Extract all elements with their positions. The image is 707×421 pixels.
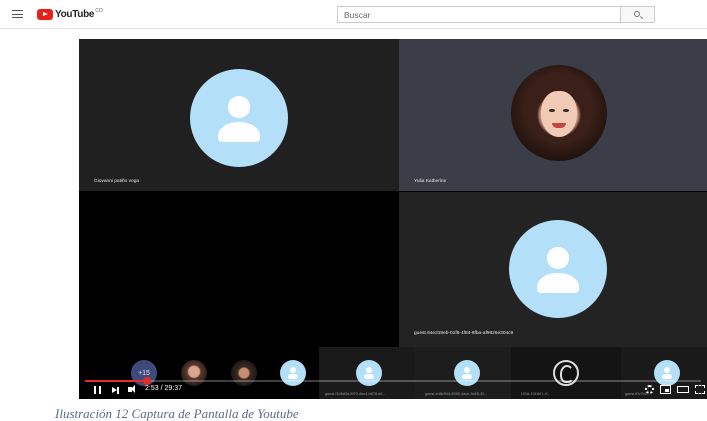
gear-icon[interactable]: [645, 385, 654, 394]
participant-name: Giovanni patiño vega: [94, 179, 140, 184]
logo-text: YouTube: [55, 8, 95, 20]
participant-name: guest.64e319eb-01f8-4f84-8fba-af9826e304…: [414, 331, 514, 336]
avatar: [654, 360, 680, 386]
header-divider: [0, 28, 707, 29]
person-icon: [509, 220, 607, 318]
figure-caption: Ilustración 12 Captura de Pantalla de Yo…: [55, 406, 299, 421]
avatar: [454, 360, 480, 386]
person-icon: [454, 360, 480, 386]
avatar: [280, 360, 306, 386]
organization-logo-icon: [553, 360, 579, 386]
participant-name: Yulia Katherine: [414, 179, 447, 184]
strip-participant-name: UGA-10166 L.K.: [521, 392, 549, 396]
avatar: [181, 360, 207, 386]
video-player[interactable]: Giovanni patiño vega Yulia Katherine gue…: [79, 39, 707, 399]
avatar: [356, 360, 382, 386]
avatar: [509, 220, 607, 318]
time-display: 2:53 / 29:37: [145, 385, 182, 392]
progress-bar[interactable]: [85, 377, 701, 385]
eye: [563, 109, 569, 112]
face: [541, 91, 577, 137]
time-total: 29:37: [164, 385, 182, 392]
participant-tile-1: Giovanni patiño vega: [79, 39, 399, 191]
search-bar: [337, 6, 655, 23]
avatar: [190, 69, 288, 167]
search-icon: [634, 11, 640, 17]
eye: [549, 109, 555, 112]
youtube-play-icon: [37, 8, 53, 20]
person-icon: [654, 360, 680, 386]
avatar: [231, 360, 257, 386]
progress-handle[interactable]: [142, 377, 151, 385]
strip-participant-name: guest.ed8e944-6550-4ace-9c55-30...: [425, 392, 488, 396]
strip-participant-name: guest.f1b6d3d-8f70-4ec4-b878-e6...: [325, 392, 386, 396]
volume-icon[interactable]: [128, 385, 135, 393]
participant-tile-3: [79, 192, 399, 347]
menu-icon[interactable]: [12, 10, 23, 18]
miniplayer-icon[interactable]: [660, 385, 671, 394]
next-icon[interactable]: [112, 386, 119, 394]
search-input[interactable]: [337, 6, 620, 23]
person-icon: [190, 69, 288, 167]
youtube-logo[interactable]: YouTube CO: [37, 8, 103, 20]
pause-icon[interactable]: [94, 386, 101, 394]
participant-tile-4: guest.64e319eb-01f8-4f84-8fba-af9826e304…: [399, 192, 707, 347]
search-button[interactable]: [620, 6, 655, 23]
fullscreen-icon[interactable]: [695, 385, 705, 394]
person-icon: [356, 360, 382, 386]
logo-region: CO: [95, 8, 103, 14]
theater-mode-icon[interactable]: [677, 386, 689, 393]
smile: [552, 123, 566, 128]
progress-fill: [85, 380, 147, 382]
person-icon: [280, 360, 306, 386]
top-bar: YouTube CO: [0, 0, 707, 28]
profile-photo: [511, 65, 607, 161]
time-current: 2:53: [145, 385, 159, 392]
